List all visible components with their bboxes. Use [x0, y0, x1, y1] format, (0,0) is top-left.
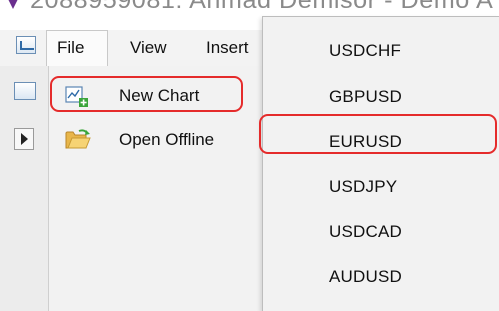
- menu-item-label: Open Offline: [119, 130, 215, 149]
- symbol-item-usdchf[interactable]: USDCHF: [263, 29, 499, 73]
- folder-open-icon: [65, 128, 91, 155]
- symbol-submenu: USDCHF GBPUSD EURUSD USDJPY USDCAD AUDUS…: [262, 16, 499, 311]
- symbol-item-audusd[interactable]: AUDUSD: [263, 255, 499, 299]
- left-toolbar: [0, 66, 49, 311]
- symbol-item-usdcad[interactable]: USDCAD: [263, 210, 499, 254]
- new-chart-icon: [65, 84, 89, 113]
- app-window: 2088959081: Ahmad Demisor - Demo A File …: [0, 0, 499, 311]
- menu-view[interactable]: View: [120, 30, 177, 66]
- app-logo-icon: [4, 0, 22, 9]
- menu-item-open-offline[interactable]: Open Offline: [49, 120, 263, 160]
- menu-item-new-chart[interactable]: New Chart: [49, 76, 263, 116]
- symbol-item-gbpusd[interactable]: GBPUSD: [263, 75, 499, 119]
- symbol-item-eurusd[interactable]: EURUSD: [263, 120, 499, 164]
- play-arrow-icon[interactable]: [14, 128, 34, 150]
- menu-insert[interactable]: Insert: [196, 30, 259, 66]
- file-dropdown-menu: New Chart Open Offline: [48, 66, 263, 311]
- menu-item-label: New Chart: [119, 86, 200, 105]
- menu-file[interactable]: File: [46, 30, 108, 66]
- new-chart-toolbar-icon[interactable]: [14, 82, 36, 100]
- symbol-item-usdjpy[interactable]: USDJPY: [263, 165, 499, 209]
- chart-window-icon[interactable]: [16, 36, 36, 54]
- window-title: 2088959081: Ahmad Demisor - Demo A: [30, 0, 494, 14]
